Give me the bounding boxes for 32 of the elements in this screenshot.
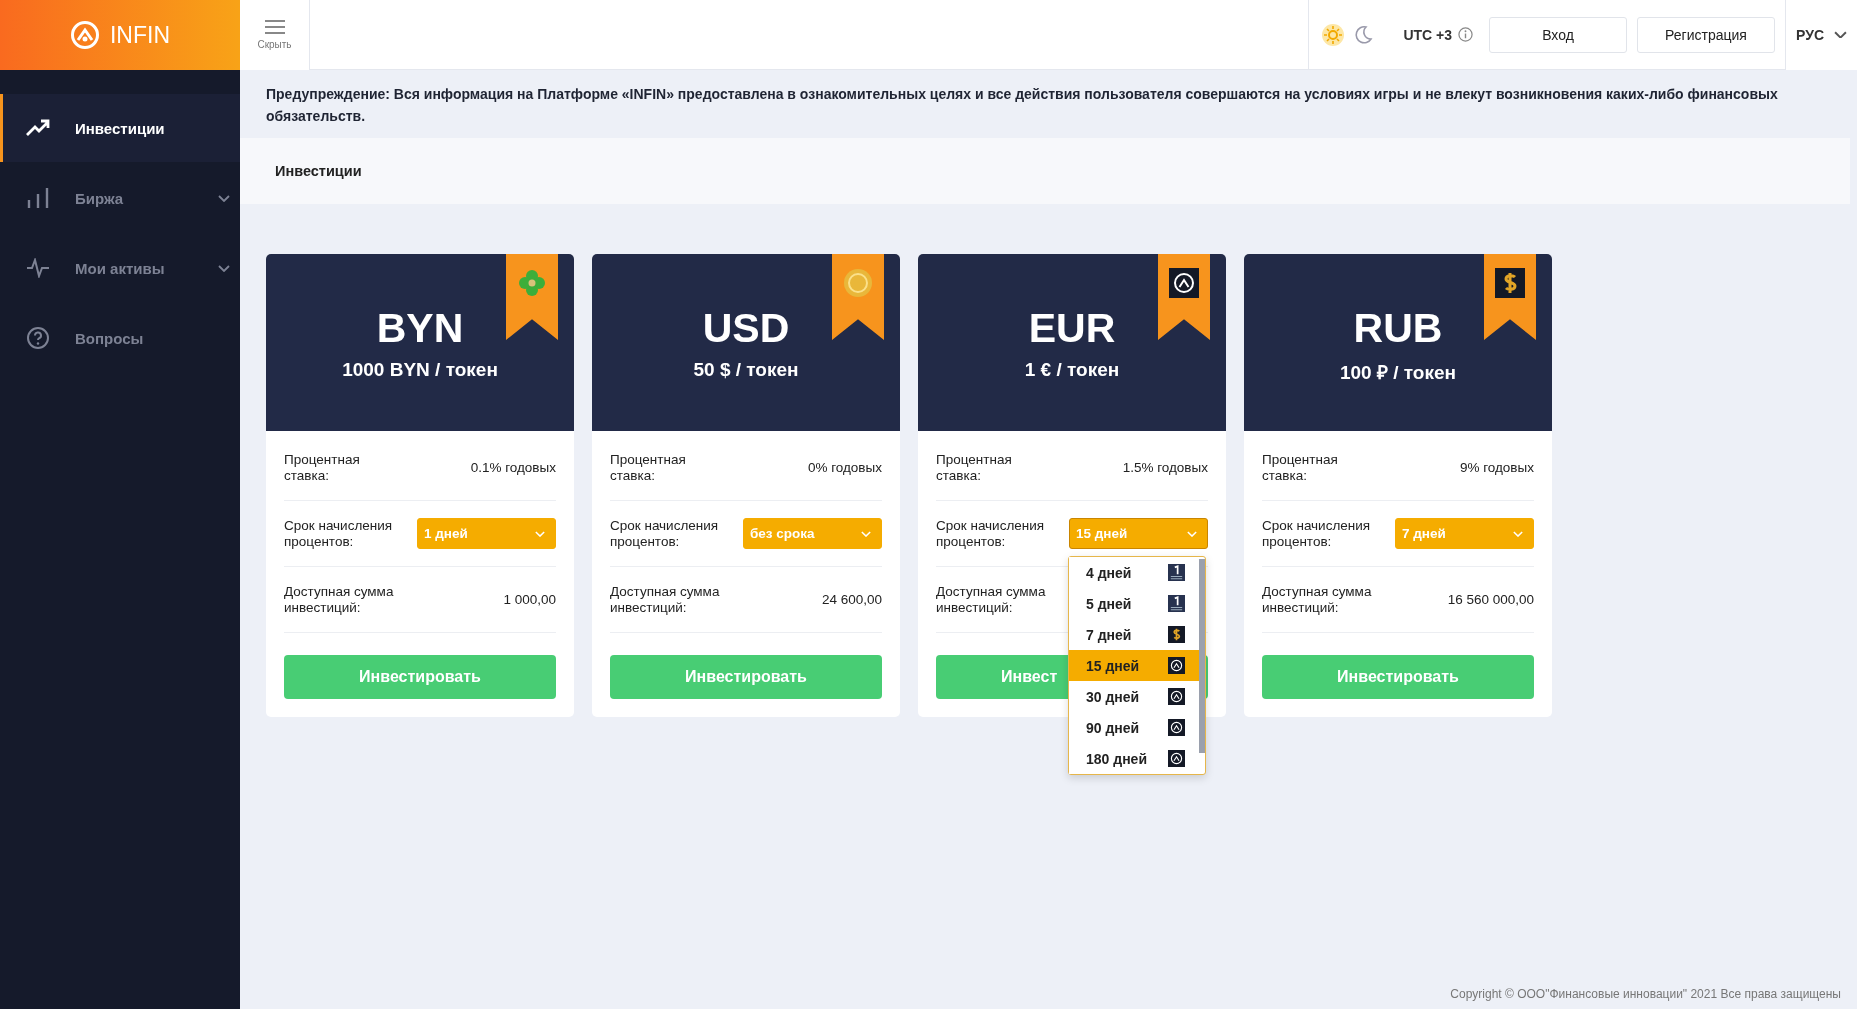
token-price: 50 $ / токен [693, 359, 799, 381]
currency-title: RUB [1353, 308, 1443, 349]
rate-value: 0% годовых [807, 460, 882, 475]
brand-name: INFIN [109, 21, 171, 49]
sum-value: 1 000,00 [503, 592, 556, 607]
copyright-text: Copyright © ООО"Финансовые инновации" 2021 Все права защищены [1449, 987, 1842, 1003]
token-price: 1 € / токен [1024, 359, 1120, 381]
timezone-label: UTC +3 [1403, 26, 1452, 43]
sum-value: 24 600,00 [821, 592, 882, 607]
currency-title: USD [702, 308, 790, 349]
rate-value: 0.1% годовых [470, 460, 556, 475]
currency-title: EUR [1028, 308, 1116, 349]
sum-value: 16 560 000,00 [1447, 592, 1534, 607]
term-label: Срок начисления процентов: [284, 517, 394, 550]
rate-label: Процентная ставка: [1262, 451, 1339, 484]
token-price: 1000 BYN / токен [342, 359, 498, 381]
sum-label: Доступная сумма инвестиций: [610, 583, 721, 616]
rate-value: 1.5% годовых [1122, 460, 1208, 475]
sum-label: Доступная сумма инвестиций: [284, 583, 395, 616]
rate-label: Процентная ставка: [284, 451, 361, 484]
sum-label: Доступная сумма инвестиций: [1262, 583, 1373, 616]
sum-label: Доступная сумма инвестиций: [936, 583, 1047, 616]
warning-text: Предупреждение: Вся информация на Платформе «INFIN» предоставлена в ознакомительных целях и все действия пользователя совершаются на условиях игры и не влекут возникновения каких-либо финансовых обязательств. [265, 85, 1779, 126]
term-label: Срок начисления процентов: [1262, 517, 1372, 550]
currency-title: BYN [376, 308, 464, 349]
rate-label: Процентная ставка: [936, 451, 1013, 484]
rate-label: Процентная ставка: [610, 451, 687, 484]
term-label: Срок начисления процентов: [610, 517, 720, 550]
rate-value: 9% годовых [1459, 460, 1534, 475]
term-label: Срок начисления процентов: [936, 517, 1046, 550]
breadcrumb: Инвестиции [240, 138, 1850, 204]
token-price: 100 ₽ / токен [1340, 361, 1456, 385]
